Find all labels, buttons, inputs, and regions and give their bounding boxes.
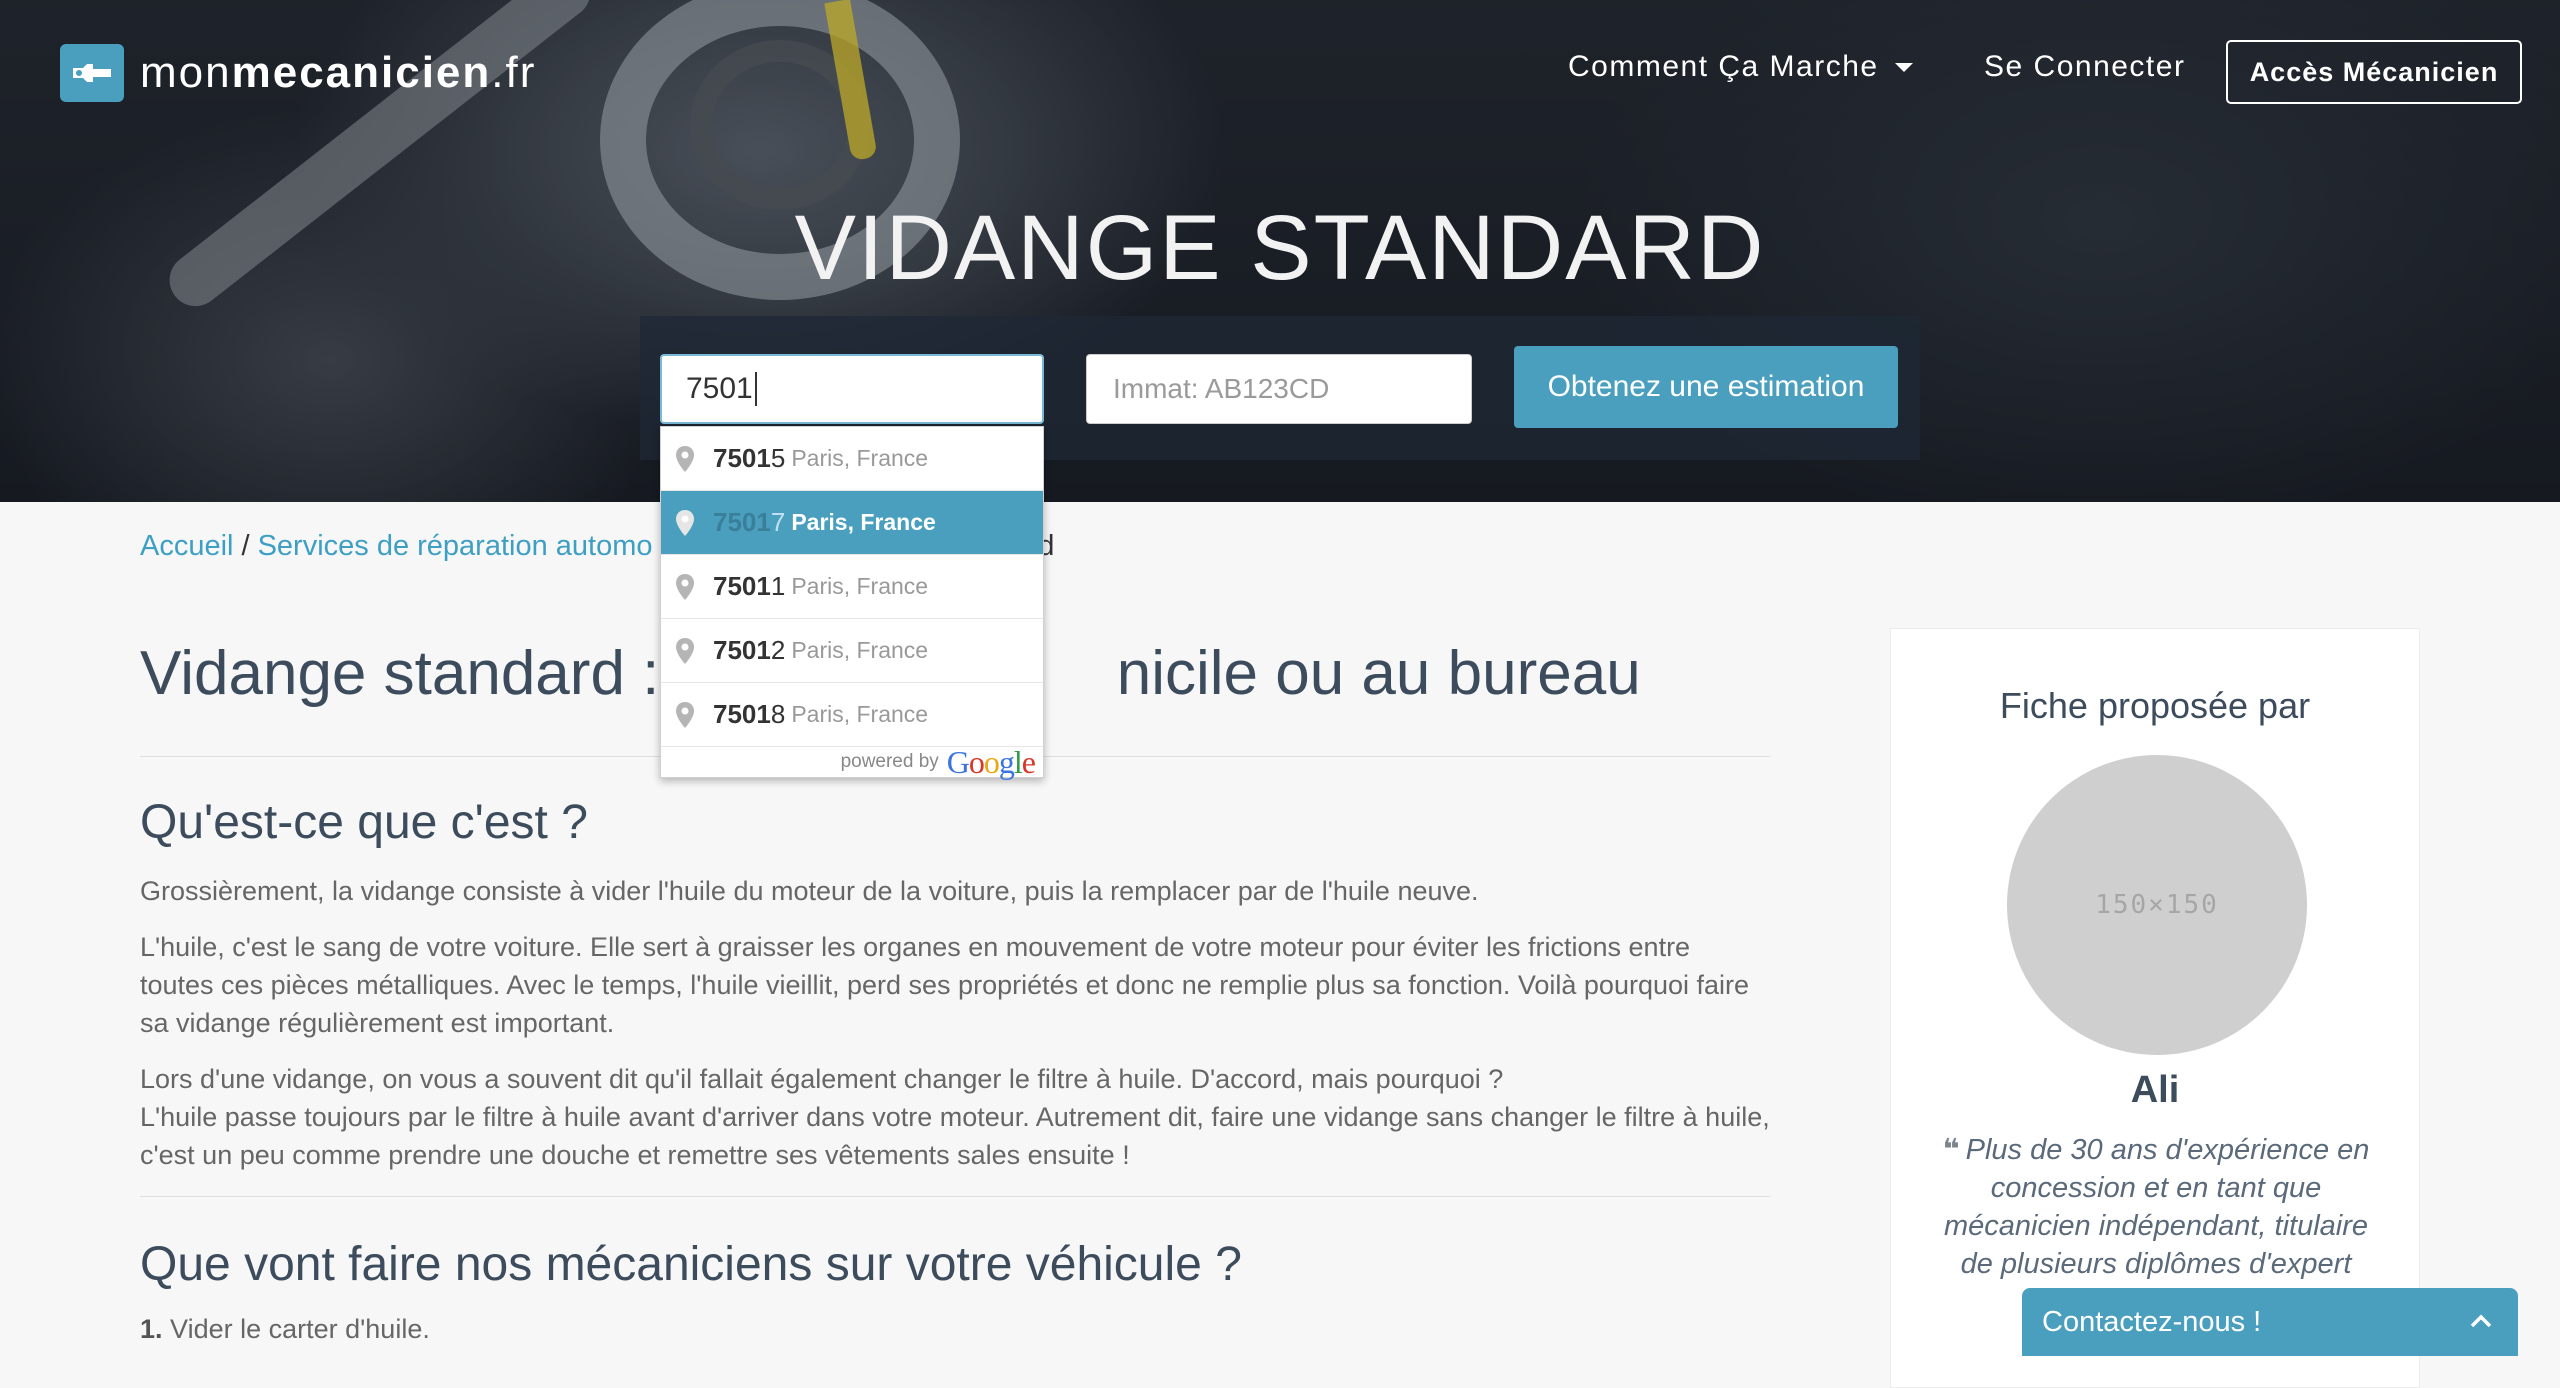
- logo-prefix: mon: [140, 48, 232, 97]
- nav-login-link[interactable]: Se Connecter: [1984, 50, 2185, 84]
- autocomplete-item[interactable]: 7501 2 Paris, France: [661, 619, 1043, 683]
- postal-code-input[interactable]: 7501: [660, 354, 1044, 424]
- autocomplete-item[interactable]: 7501 7 Paris, France: [661, 491, 1043, 555]
- breadcrumb-separator: /: [241, 530, 250, 562]
- autocomplete-location: Paris, France: [791, 637, 929, 663]
- map-pin-icon: [676, 509, 694, 536]
- paragraph-3: Lors d'une vidange, on vous a souvent di…: [140, 1060, 1770, 1174]
- autocomplete-list: 7501 5 Paris, France 7501 7 Paris, France 7501…: [661, 427, 1043, 747]
- nav-comment-ca-marche[interactable]: Comment Ça Marche: [1568, 50, 1913, 84]
- map-pin-icon: [676, 445, 694, 472]
- autocomplete-location: Paris, France: [791, 701, 929, 727]
- autocomplete-rest: 2: [770, 635, 786, 665]
- breadcrumb-home[interactable]: Accueil: [140, 530, 234, 562]
- text-cursor: [754, 372, 757, 406]
- logo-suffix: .fr: [491, 48, 537, 97]
- logo-text: monmecanicien.fr: [140, 48, 536, 98]
- step-number: 1.: [140, 1314, 163, 1345]
- author-name: Ali: [2130, 1069, 2180, 1111]
- powered-by-label: powered by: [840, 751, 939, 772]
- paragraph-3-line-1: Lors d'une vidange, on vous a souvent di…: [140, 1064, 1504, 1095]
- postal-autocomplete-dropdown: 7501 5 Paris, France 7501 7 Paris, France 7501…: [660, 426, 1044, 780]
- autocomplete-location: Paris, France: [791, 509, 936, 535]
- autocomplete-item[interactable]: 7501 8 Paris, France: [661, 683, 1043, 747]
- paragraph-1: Grossièrement, la vidange consiste à vid…: [140, 876, 1479, 907]
- nav-comment-label: Comment Ça Marche: [1568, 50, 1879, 83]
- powered-by-google: powered by Google: [661, 744, 1043, 780]
- author-card-title: Fiche proposée par: [1999, 685, 2311, 726]
- top-nav: monmecanicien.fr Comment Ça Marche Se Co…: [0, 0, 2560, 140]
- immat-input[interactable]: Immat: AB123CD: [1086, 354, 1472, 424]
- breadcrumb-services[interactable]: Services de réparation automo: [258, 530, 653, 562]
- autocomplete-match: 7501: [713, 507, 771, 537]
- logo-bold: mecanicien: [231, 48, 492, 97]
- autocomplete-location: Paris, France: [791, 573, 929, 599]
- contact-label: Contactez-nous !: [2042, 1305, 2262, 1338]
- autocomplete-item[interactable]: 7501 1 Paris, France: [661, 555, 1043, 619]
- autocomplete-rest: 7: [770, 507, 786, 537]
- site-logo[interactable]: monmecanicien.fr: [60, 44, 536, 102]
- section-what-title: Qu'est-ce que c'est ?: [140, 796, 588, 850]
- contact-widget[interactable]: Contactez-nous !: [2022, 1288, 2518, 1356]
- autocomplete-item[interactable]: 7501 5 Paris, France: [661, 427, 1043, 491]
- chevron-up-icon: [2470, 1314, 2492, 1328]
- hero-title: VIDANGE STANDARD: [794, 197, 1766, 299]
- autocomplete-rest: 1: [770, 571, 786, 601]
- autocomplete-rest: 8: [770, 699, 786, 729]
- caret-down-icon: [1894, 62, 1913, 72]
- paragraph-2: L'huile, c'est le sang de votre voiture.…: [140, 932, 1750, 1039]
- autocomplete-match: 7501: [713, 635, 771, 665]
- map-pin-icon: [676, 573, 694, 600]
- google-logo: Google: [946, 743, 1036, 780]
- avatar: 150×150: [2007, 755, 2307, 1055]
- estimate-button[interactable]: Obtenez une estimation: [1514, 346, 1898, 428]
- autocomplete-match: 7501: [713, 443, 771, 473]
- postal-code-value: 7501: [686, 372, 753, 405]
- map-pin-icon: [676, 701, 694, 728]
- section-mechanics-title: Que vont faire nos mécaniciens sur votre…: [140, 1238, 1242, 1292]
- quote-icon: ❝: [1942, 1134, 1960, 1166]
- section-mechanics: Que vont faire nos mécaniciens sur votre…: [140, 1196, 1770, 1345]
- autocomplete-rest: 5: [770, 443, 786, 473]
- autocomplete-location: Paris, France: [791, 445, 929, 471]
- page-title-left: Vidange standard : re: [140, 639, 732, 708]
- step-text: Vider le carter d'huile.: [170, 1314, 430, 1345]
- author-card: Fiche proposée par 150×150 Ali ❝ Plus de …: [1890, 628, 2420, 1388]
- map-pin-icon: [676, 637, 694, 664]
- logo-wrench-icon: [60, 44, 124, 102]
- paragraph-3-line-2: L'huile passe toujours par le filtre à h…: [140, 1102, 1770, 1171]
- autocomplete-match: 7501: [713, 699, 771, 729]
- autocomplete-match: 7501: [713, 571, 771, 601]
- mechanic-access-button[interactable]: Accès Mécanicien: [2226, 40, 2522, 104]
- step-item: 1. Vider le carter d'huile.: [140, 1314, 1770, 1345]
- page-title-right: nicile ou au bureau: [1116, 639, 1641, 708]
